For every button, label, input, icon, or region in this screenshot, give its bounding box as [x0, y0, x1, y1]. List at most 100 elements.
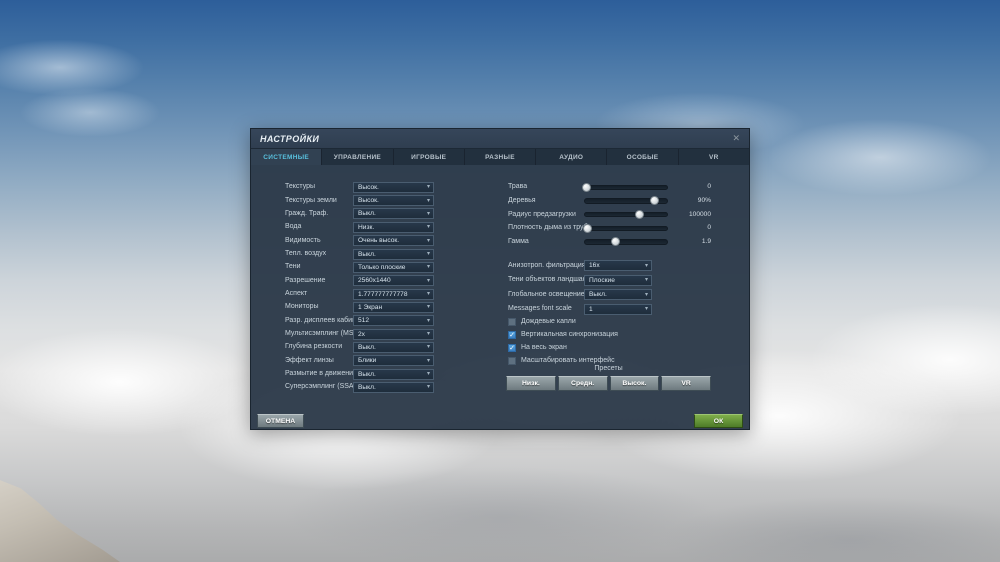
setting-row: Анизотроп. фильтрация 16x ▾ [506, 259, 711, 274]
slider-track[interactable] [582, 223, 668, 233]
setting-row: Видимость Очень высок. ▾ [285, 234, 495, 247]
slider-handle[interactable] [582, 182, 592, 192]
slider-label: Деревья [508, 196, 536, 204]
dropdown-value: Выкл. [358, 250, 376, 258]
tab-1[interactable]: УПРАВЛЕНИЕ [322, 149, 394, 165]
dropdown[interactable]: Выкл. ▾ [353, 208, 434, 220]
checkbox[interactable]: ✓ [508, 357, 516, 365]
dropdown-value: Низк. [358, 223, 375, 231]
slider-label: Радиус предзагрузки [508, 210, 576, 218]
slider-value: 0 [707, 183, 711, 191]
setting-label: Видимость [285, 236, 321, 244]
chevron-down-icon: ▾ [426, 304, 430, 311]
setting-label: Messages font scale [508, 305, 572, 313]
dropdown[interactable]: Плоские ▾ [584, 274, 652, 286]
setting-label: Гражд. Траф. [285, 209, 329, 217]
tab-3[interactable]: РАЗНЫЕ [465, 149, 537, 165]
slider-label: Плотность дыма из труб [508, 224, 588, 232]
checkbox[interactable]: ✓ [508, 318, 516, 326]
dropdown[interactable]: 2x ▾ [353, 328, 434, 340]
dropdown[interactable]: Очень высок. ▾ [353, 235, 434, 247]
preset-button-2[interactable]: Высок. [609, 376, 660, 391]
dropdown-value: 1 [589, 305, 593, 313]
setting-label: Тени [285, 263, 301, 271]
chevron-down-icon: ▾ [644, 291, 648, 298]
dropdown[interactable]: Низк. ▾ [353, 221, 434, 233]
slider-track[interactable] [584, 237, 668, 247]
slider-handle[interactable] [610, 237, 620, 247]
dropdown[interactable]: 1 Экран ▾ [353, 301, 434, 313]
dropdown-value: Очень высок. [358, 237, 400, 245]
preset-buttons-row: Низк. Средн. Высок. VR [506, 376, 711, 391]
checkbox-label: Вертикальная синхронизация [521, 331, 618, 339]
dropdown-value: 1 Экран [358, 303, 383, 311]
dropdown[interactable]: Выкл. ▾ [353, 341, 434, 353]
slider-label: Трава [508, 183, 528, 191]
chevron-down-icon: ▾ [644, 277, 648, 283]
preset-button-1[interactable]: Средн. [557, 376, 608, 391]
dropdown[interactable]: Только плоские ▾ [353, 261, 434, 273]
setting-label: Аспект [285, 289, 308, 297]
chevron-down-icon: ▾ [426, 371, 430, 378]
dropdown-value: 2x [358, 330, 365, 338]
dropdown[interactable]: 1.777777777778 ▾ [353, 288, 434, 300]
setting-row: Глобальное освещение кабины Выкл. ▾ [506, 288, 711, 303]
chevron-down-icon: ▾ [426, 357, 430, 364]
dropdown-value: Выкл. [358, 383, 376, 391]
chevron-down-icon: ▾ [426, 277, 430, 284]
setting-row: Messages font scale 1 ▾ [506, 303, 711, 318]
close-icon[interactable]: ✕ [732, 134, 740, 143]
dropdown[interactable]: Выкл. ▾ [584, 289, 652, 300]
chevron-down-icon: ▾ [426, 291, 430, 298]
dropdown[interactable]: 512 ▾ [353, 315, 434, 327]
setting-row: Аспект 1.777777777778 ▾ [285, 288, 495, 301]
setting-row: Размытие в движении Выкл. ▾ [285, 368, 495, 381]
right-dropdowns-column: Анизотроп. фильтрация 16x ▾ Тени объектов л… [506, 259, 711, 317]
tab-5[interactable]: ОСОБЫЕ [607, 149, 679, 165]
chevron-down-icon: ▾ [426, 184, 430, 191]
dialog-titlebar: НАСТРОЙКИ ✕ [251, 129, 749, 149]
dropdown[interactable]: Высок. ▾ [353, 195, 434, 207]
slider-row: Трава 0 [506, 181, 711, 195]
tab-4[interactable]: АУДИО [536, 149, 608, 165]
chevron-down-icon: ▾ [426, 224, 430, 231]
setting-label: Вода [285, 223, 302, 231]
setting-row: Тепл. воздух Выкл. ▾ [285, 248, 495, 261]
slider-handle[interactable] [582, 223, 592, 233]
cancel-button[interactable]: ОТМЕНА [257, 414, 304, 428]
dropdown-value: 16x [589, 262, 600, 269]
preset-button-0[interactable]: Низк. [506, 376, 556, 391]
dropdown[interactable]: 2560x1440 ▾ [353, 275, 434, 287]
chevron-down-icon: ▾ [644, 306, 648, 312]
tab-6[interactable]: VR [679, 149, 749, 165]
slider-row: Радиус предзагрузки 100000 [506, 208, 711, 222]
ok-button[interactable]: ОК [694, 414, 743, 428]
tab-2[interactable]: ИГРОВЫЕ [394, 149, 465, 165]
check-icon: ✓ [509, 331, 515, 339]
setting-label: Текстуры земли [285, 196, 337, 204]
setting-label: Тепл. воздух [285, 249, 327, 257]
dropdown[interactable]: 16x ▾ [584, 260, 652, 271]
slider-handle[interactable] [634, 209, 644, 219]
checkbox[interactable]: ✓ [508, 331, 516, 339]
setting-label: Тени объектов ландшафта [508, 276, 596, 284]
tab-0[interactable]: СИСТЕМНЫЕ [251, 149, 323, 165]
setting-row: Гражд. Траф. Выкл. ▾ [285, 208, 495, 221]
slider-track[interactable] [584, 196, 668, 206]
dropdown-value: Выкл. [589, 291, 607, 298]
dropdown[interactable]: Выкл. ▾ [353, 381, 434, 393]
dropdown[interactable]: 1 ▾ [584, 303, 652, 315]
dropdown-value: 2560x1440 [358, 277, 391, 285]
slider-track[interactable] [582, 182, 668, 192]
dropdown[interactable]: Высок. ▾ [353, 181, 434, 193]
preset-button-3[interactable]: VR [661, 376, 711, 391]
checkbox[interactable]: ✓ [508, 344, 516, 352]
setting-row: Тени объектов ландшафта Плоские ▾ [506, 274, 711, 289]
chevron-down-icon: ▾ [426, 210, 430, 217]
dropdown[interactable]: Выкл. ▾ [353, 368, 434, 380]
dropdown[interactable]: Выкл. ▾ [353, 248, 434, 260]
dropdown[interactable]: Блики ▾ [353, 355, 434, 367]
slider-track[interactable] [584, 209, 668, 219]
slider-value: 100000 [688, 210, 711, 218]
slider-handle[interactable] [650, 196, 660, 206]
